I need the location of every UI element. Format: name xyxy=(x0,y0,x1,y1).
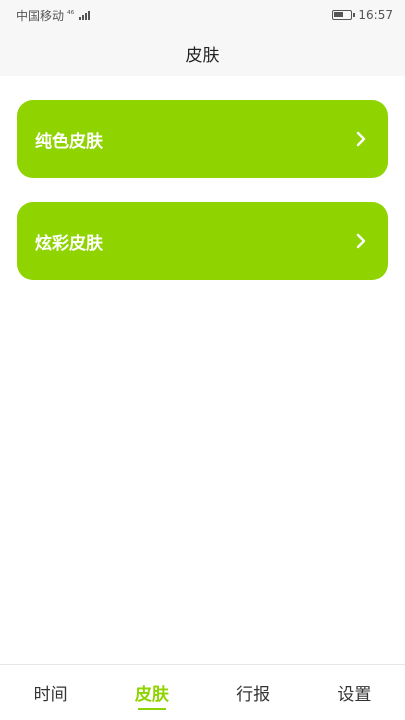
tab-report-label: 行报 xyxy=(236,685,271,705)
chevron-right-icon xyxy=(354,130,368,148)
colorful-skin-label: 炫彩皮肤 xyxy=(35,233,103,254)
battery-level xyxy=(334,12,344,17)
colorful-skin-button[interactable]: 炫彩皮肤 xyxy=(17,202,388,280)
signal-icon xyxy=(79,10,91,20)
tab-time-label: 时间 xyxy=(33,685,68,705)
header: 皮肤 xyxy=(0,30,405,76)
tab-time[interactable]: 时间 xyxy=(0,665,101,720)
tab-skin[interactable]: 皮肤 xyxy=(101,665,202,720)
status-bar: 中国移动 ⁴⁶ 16:57 xyxy=(0,0,405,30)
network-type: ⁴⁶ xyxy=(67,10,75,20)
solid-skin-label: 纯色皮肤 xyxy=(35,131,103,152)
chevron-right-icon xyxy=(354,232,368,250)
bottom-nav: 时间 皮肤 行报 设置 xyxy=(0,664,405,720)
tab-settings[interactable]: 设置 xyxy=(304,665,405,720)
active-tab-indicator xyxy=(137,708,166,710)
clock: 16:57 xyxy=(358,8,393,22)
carrier-name: 中国移动 xyxy=(16,8,65,23)
status-left: 中国移动 ⁴⁶ xyxy=(16,7,91,24)
status-right: 16:57 xyxy=(332,8,393,22)
battery-icon xyxy=(332,10,356,20)
skin-screen: 中国移动 ⁴⁶ 16:57 皮肤 纯色皮肤 炫彩皮肤 时间 皮肤 行报 设置 xyxy=(0,0,405,720)
page-title: 皮肤 xyxy=(185,45,220,66)
tab-settings-label: 设置 xyxy=(337,685,372,705)
tab-report[interactable]: 行报 xyxy=(203,665,304,720)
tab-skin-label: 皮肤 xyxy=(134,685,169,705)
solid-skin-button[interactable]: 纯色皮肤 xyxy=(17,100,388,178)
